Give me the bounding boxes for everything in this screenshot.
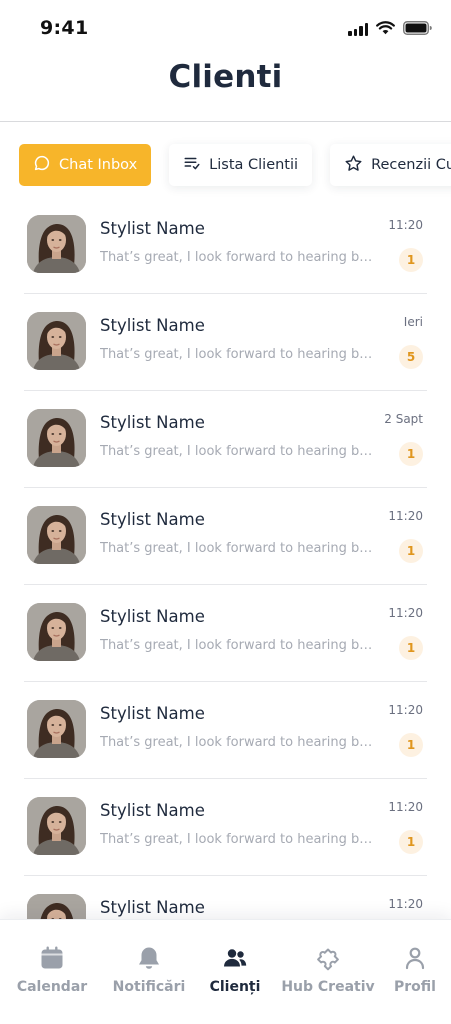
chat-message-preview: That’s great, I look forward to hearing … xyxy=(100,638,380,653)
star-icon xyxy=(344,154,363,177)
bell-icon xyxy=(135,944,163,972)
nav-notificari[interactable]: Notificări xyxy=(104,920,194,1024)
chat-time: 11:20 xyxy=(388,606,423,620)
chat-row[interactable]: Stylist Name That’s great, I look forwar… xyxy=(24,294,427,391)
bottom-nav: Calendar Notificări Clienți Hub Creativ … xyxy=(0,919,451,1024)
chat-contact-name: Stylist Name xyxy=(100,510,205,529)
chat-time: 11:20 xyxy=(388,897,423,911)
nav-clienti[interactable]: Clienți xyxy=(190,920,280,1024)
status-icons xyxy=(348,20,432,39)
chat-contact-name: Stylist Name xyxy=(100,607,205,626)
chat-contact-name: Stylist Name xyxy=(100,704,205,723)
chat-row[interactable]: Stylist Name That’s great, I look forwar… xyxy=(24,488,427,585)
chat-message-preview: That’s great, I look forward to hearing … xyxy=(100,735,380,750)
cellular-signal-icon xyxy=(348,23,368,36)
users-icon xyxy=(221,944,249,972)
chat-contact-name: Stylist Name xyxy=(100,316,205,335)
calendar-icon xyxy=(38,944,66,972)
chat-time: 11:20 xyxy=(388,703,423,717)
chat-contact-name: Stylist Name xyxy=(100,413,205,432)
chat-contact-name: Stylist Name xyxy=(100,801,205,820)
filter-tabs: Chat Inbox Lista Clientii Recenzii Cure xyxy=(19,144,451,186)
wifi-icon xyxy=(376,20,395,39)
chat-row[interactable]: Stylist Name That’s great, I look forwar… xyxy=(24,682,427,779)
unread-badge: 1 xyxy=(399,733,423,757)
tab-chat-inbox-label: Chat Inbox xyxy=(59,157,138,173)
chat-message-preview: That’s great, I look forward to hearing … xyxy=(100,541,380,556)
page-title: Clienti xyxy=(168,59,283,95)
chat-message-preview: That’s great, I look forward to hearing … xyxy=(100,250,380,265)
puzzle-icon xyxy=(314,944,342,972)
avatar xyxy=(27,409,86,467)
chat-message-preview: That’s great, I look forward to hearing … xyxy=(100,832,380,847)
chat-row[interactable]: Stylist Name That’s great, I look forwar… xyxy=(24,779,427,876)
nav-calendar[interactable]: Calendar xyxy=(7,920,97,1024)
tab-recenzii-cure[interactable]: Recenzii Cure xyxy=(330,144,451,186)
tab-lista-clientii[interactable]: Lista Clientii xyxy=(169,144,313,186)
nav-profil-label: Profil xyxy=(394,979,436,995)
chat-time: Ieri xyxy=(403,315,423,329)
nav-hub-creativ[interactable]: Hub Creativ xyxy=(281,920,375,1024)
unread-badge: 1 xyxy=(399,636,423,660)
avatar xyxy=(27,506,86,564)
clients-screen: 9:41 Clienti Chat Inbox Lista Clientii R… xyxy=(0,0,451,1024)
nav-profil[interactable]: Profil xyxy=(370,920,451,1024)
avatar xyxy=(27,603,86,661)
unread-badge: 1 xyxy=(399,539,423,563)
nav-calendar-label: Calendar xyxy=(16,979,88,995)
chat-row[interactable]: Stylist Name That’s great, I look forwar… xyxy=(24,391,427,488)
list-check-icon xyxy=(183,154,201,176)
status-time: 9:41 xyxy=(40,17,89,39)
unread-badge: 1 xyxy=(399,830,423,854)
avatar xyxy=(27,215,86,273)
chat-time: 11:20 xyxy=(388,800,423,814)
chat-time: 11:20 xyxy=(388,218,423,232)
battery-icon xyxy=(403,20,432,39)
user-icon xyxy=(401,944,429,972)
unread-badge: 1 xyxy=(399,442,423,466)
status-bar: 9:41 xyxy=(0,0,451,56)
chat-message-preview: That’s great, I look forward to hearing … xyxy=(100,444,380,459)
unread-badge: 1 xyxy=(399,248,423,272)
tab-lista-clientii-label: Lista Clientii xyxy=(209,157,299,173)
chat-time: 2 Sapt xyxy=(384,412,423,426)
chat-message-preview: That’s great, I look forward to hearing … xyxy=(100,347,380,362)
chat-row[interactable]: Stylist Name That’s great, I look forwar… xyxy=(24,585,427,682)
chat-row[interactable]: Stylist Name That’s great, I look forwar… xyxy=(24,197,427,294)
unread-badge: 5 xyxy=(399,345,423,369)
chat-time: 11:20 xyxy=(388,509,423,523)
chat-contact-name: Stylist Name xyxy=(100,898,205,917)
avatar xyxy=(27,797,86,855)
tab-recenzii-cure-label: Recenzii Cure xyxy=(371,157,451,173)
avatar xyxy=(27,312,86,370)
chat-contact-name: Stylist Name xyxy=(100,219,205,238)
header: Clienti xyxy=(0,56,451,122)
chat-list: Stylist Name That’s great, I look forwar… xyxy=(24,197,427,973)
avatar xyxy=(27,700,86,758)
tab-chat-inbox[interactable]: Chat Inbox xyxy=(19,144,152,186)
chat-bubble-icon xyxy=(33,154,51,176)
